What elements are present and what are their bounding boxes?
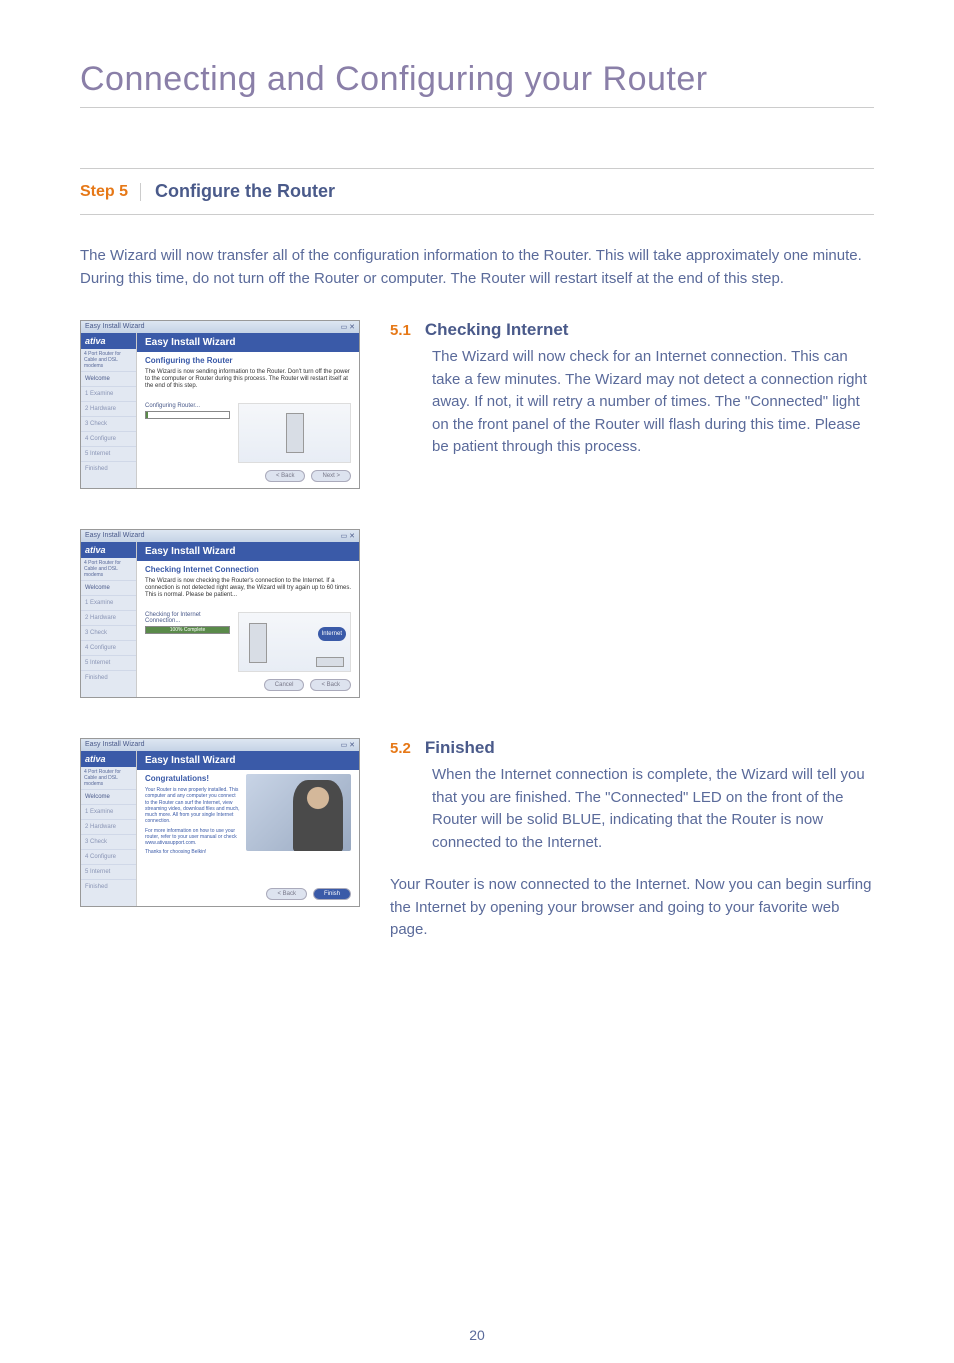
wizard-footer: Cancel < Back xyxy=(264,679,351,691)
sidebar-item: 1 Examine xyxy=(81,595,136,610)
window-controls: ▭ ✕ xyxy=(341,532,355,540)
back-button: < Back xyxy=(265,470,306,482)
sidebar-item: Welcome xyxy=(81,580,136,595)
progress-bar: 0% Complete xyxy=(145,411,230,419)
window-title: Easy Install Wizard xyxy=(85,323,145,331)
section-title: Checking Internet xyxy=(425,320,569,340)
subheading-checking: 5.1 Checking Internet xyxy=(390,320,874,340)
wizard-logo: ativa xyxy=(81,751,136,767)
wizard-sidebar: ativa 4 Port Router for Cable and DSL mo… xyxy=(81,751,136,906)
sidebar-item: 4 Configure xyxy=(81,849,136,864)
finish-button: Finish xyxy=(313,888,351,900)
congrats-image xyxy=(246,774,351,851)
sidebar-item: 4 Configure xyxy=(81,431,136,446)
wizard-sidebar: ativa 4 Port Router for Cable and DSL mo… xyxy=(81,333,136,488)
wizard-screenshot-configure: Easy Install Wizard ▭ ✕ ativa 4 Port Rou… xyxy=(80,320,360,489)
sidebar-item: 3 Check xyxy=(81,625,136,640)
sidebar-item: 5 Internet xyxy=(81,655,136,670)
page-title: Connecting and Configuring your Router xyxy=(80,60,874,108)
wizard-screenshot-checking: Easy Install Wizard ▭ ✕ ativa 4 Port Rou… xyxy=(80,529,360,698)
window-titlebar: Easy Install Wizard ▭ ✕ xyxy=(81,321,359,333)
progress-label: Configuring Router... xyxy=(145,403,230,409)
back-button: < Back xyxy=(266,888,307,900)
sidebar-item: 5 Internet xyxy=(81,446,136,461)
sidebar-item: Finished xyxy=(81,670,136,685)
wizard-main: Easy Install Wizard Congratulations! You… xyxy=(136,751,359,906)
wizard-main: Easy Install Wizard Configuring the Rout… xyxy=(136,333,359,488)
step-title: Configure the Router xyxy=(141,181,335,202)
wizard-desc: The Wizard is now checking the Router's … xyxy=(137,578,359,606)
internet-badge: Internet xyxy=(318,627,346,641)
congrats-body2: For more information on how to use your … xyxy=(145,828,240,847)
sidebar-item: Finished xyxy=(81,461,136,476)
progress-area: Checking for Internet Connection... 100%… xyxy=(145,612,230,634)
congrats-body3: Thanks for choosing Belkin! xyxy=(145,849,240,855)
sidebar-item: 1 Examine xyxy=(81,804,136,819)
sidebar-item: 2 Hardware xyxy=(81,819,136,834)
window-controls: ▭ ✕ xyxy=(341,323,355,331)
subheading-finished: 5.2 Finished xyxy=(390,738,874,758)
wizard-desc: The Wizard is now sending information to… xyxy=(137,369,359,397)
congrats-title: Congratulations! xyxy=(145,774,240,784)
section-number: 5.1 xyxy=(390,322,411,339)
sidebar-item: 1 Examine xyxy=(81,386,136,401)
sidebar-item: 3 Check xyxy=(81,834,136,849)
intro-paragraph: The Wizard will now transfer all of the … xyxy=(80,245,874,290)
section-number: 5.2 xyxy=(390,740,411,757)
wizard-logo-sub: 4 Port Router for Cable and DSL modems xyxy=(81,767,136,789)
sidebar-item: Welcome xyxy=(81,789,136,804)
window-controls: ▭ ✕ xyxy=(341,741,355,749)
sidebar-item: Finished xyxy=(81,879,136,894)
wizard-footer: < Back Next > xyxy=(265,470,351,482)
wizard-logo: ativa xyxy=(81,333,136,349)
section-title: Finished xyxy=(425,738,495,758)
step-label: Step 5 xyxy=(80,183,141,201)
illustration-internet: Internet xyxy=(238,612,351,672)
sidebar-item: 3 Check xyxy=(81,416,136,431)
congrats-text: Congratulations! Your Router is now prop… xyxy=(145,774,240,851)
closing-paragraph: Your Router is now connected to the Inte… xyxy=(390,874,874,942)
wizard-footer: < Back Finish xyxy=(266,888,351,900)
congrats-body1: Your Router is now properly installed. T… xyxy=(145,787,240,825)
wizard-logo-sub: 4 Port Router for Cable and DSL modems xyxy=(81,349,136,371)
window-title: Easy Install Wizard xyxy=(85,532,145,540)
wizard-header: Easy Install Wizard xyxy=(137,751,359,770)
section-body: When the Internet connection is complete… xyxy=(432,764,874,854)
wizard-header: Easy Install Wizard xyxy=(137,333,359,352)
section-body: The Wizard will now check for an Interne… xyxy=(432,346,874,459)
wizard-subtitle: Checking Internet Connection xyxy=(137,561,359,578)
wizard-subtitle: Configuring the Router xyxy=(137,352,359,369)
sidebar-item: 5 Internet xyxy=(81,864,136,879)
back-button: < Back xyxy=(310,679,351,691)
wizard-sidebar: ativa 4 Port Router for Cable and DSL mo… xyxy=(81,542,136,697)
sidebar-item: Welcome xyxy=(81,371,136,386)
progress-label: Checking for Internet Connection... xyxy=(145,612,230,624)
step-header: Step 5 Configure the Router xyxy=(80,168,874,215)
row-checking-internet: Easy Install Wizard ▭ ✕ ativa 4 Port Rou… xyxy=(80,320,874,509)
progress-area: Configuring Router... 0% Complete xyxy=(145,403,230,419)
wizard-logo-sub: 4 Port Router for Cable and DSL modems xyxy=(81,558,136,580)
wizard-logo: ativa xyxy=(81,542,136,558)
row-finished: Easy Install Wizard ▭ ✕ ativa 4 Port Rou… xyxy=(80,738,874,942)
wizard-main: Easy Install Wizard Checking Internet Co… xyxy=(136,542,359,697)
sidebar-item: 2 Hardware xyxy=(81,610,136,625)
wizard-screenshot-finished: Easy Install Wizard ▭ ✕ ativa 4 Port Rou… xyxy=(80,738,360,907)
window-title: Easy Install Wizard xyxy=(85,741,145,749)
sidebar-item: 2 Hardware xyxy=(81,401,136,416)
page-number: 20 xyxy=(0,1327,954,1343)
progress-text: 100% Complete xyxy=(146,627,229,633)
window-titlebar: Easy Install Wizard ▭ ✕ xyxy=(81,739,359,751)
progress-bar: 100% Complete xyxy=(145,626,230,634)
window-titlebar: Easy Install Wizard ▭ ✕ xyxy=(81,530,359,542)
next-button: Next > xyxy=(311,470,351,482)
cancel-button: Cancel xyxy=(264,679,305,691)
progress-text: 0% Complete xyxy=(146,412,229,418)
row-checking-screenshot: Easy Install Wizard ▭ ✕ ativa 4 Port Rou… xyxy=(80,529,874,718)
sidebar-item: 4 Configure xyxy=(81,640,136,655)
illustration-pc xyxy=(238,403,351,463)
wizard-header: Easy Install Wizard xyxy=(137,542,359,561)
